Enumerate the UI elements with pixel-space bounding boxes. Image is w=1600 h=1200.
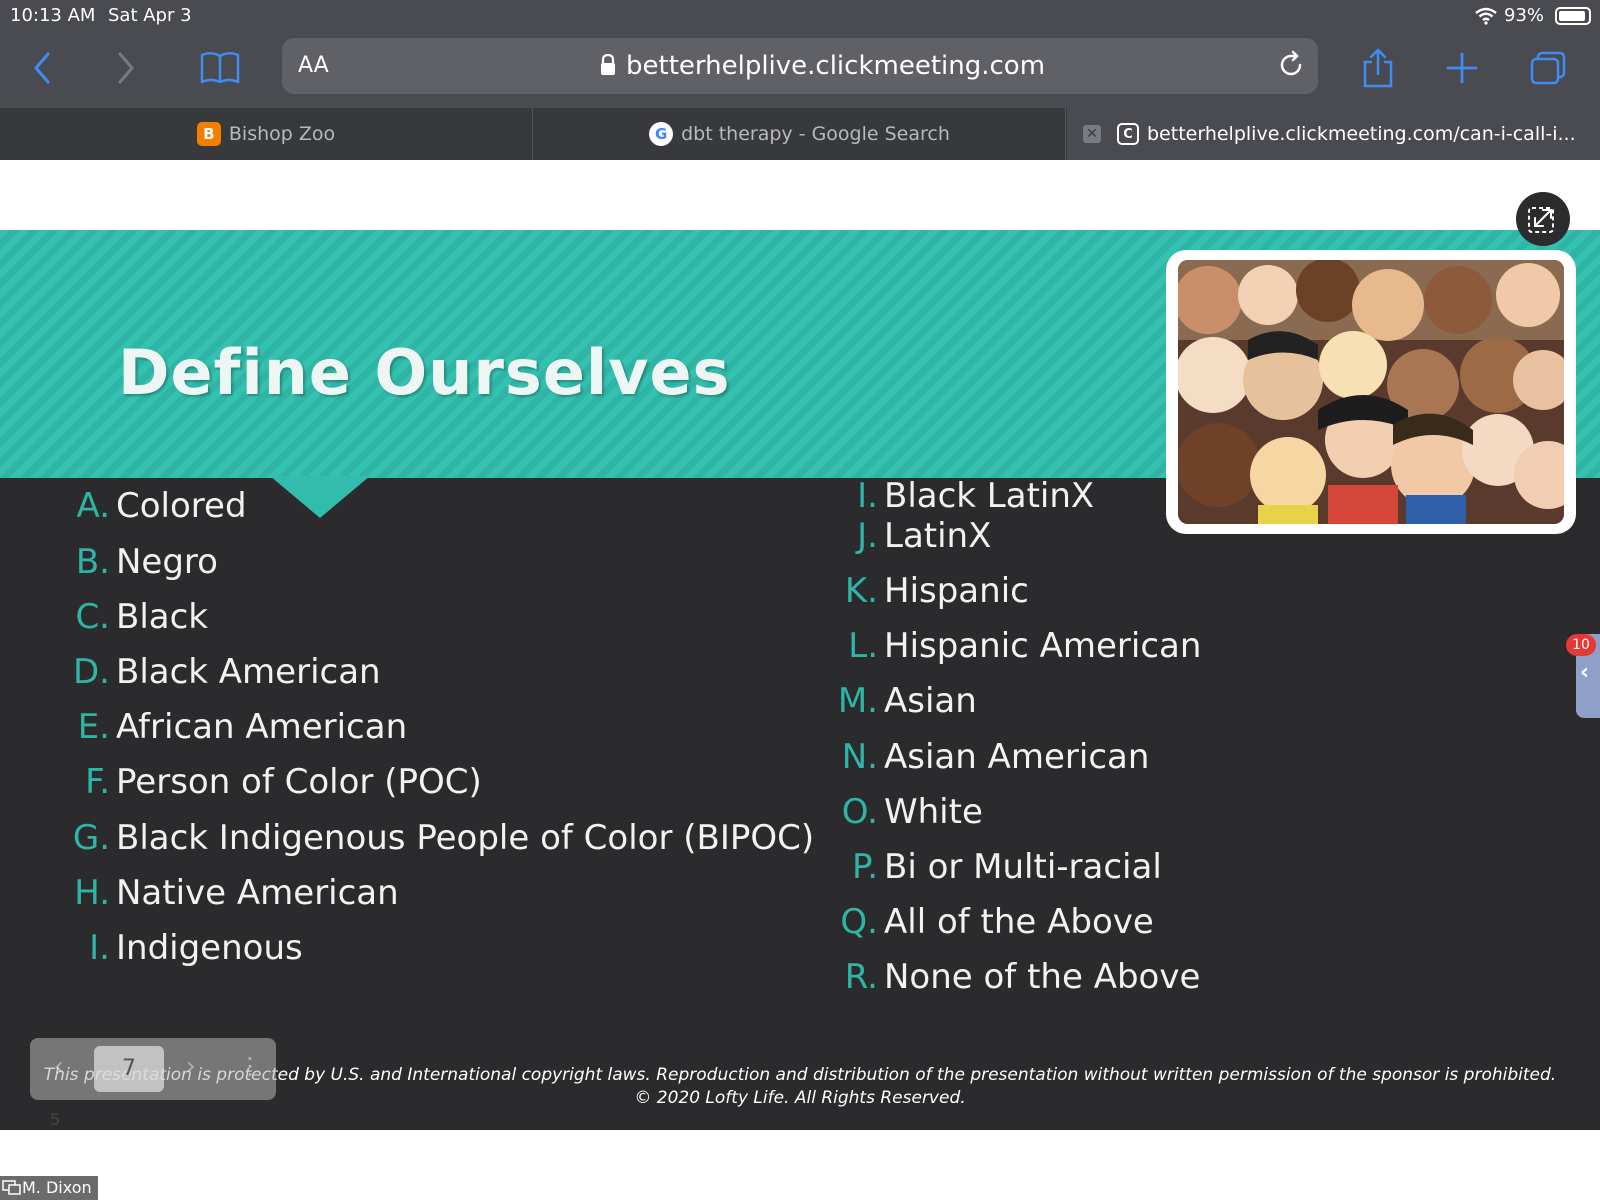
option-letter: I.: [857, 476, 878, 516]
tab-title: betterhelplive.clickmeeting.com/can-i-ca…: [1147, 123, 1576, 145]
presentation-slide: Define Ourselves A. Colored B. Negro C. …: [0, 230, 1600, 1130]
option-text: Black Indigenous People of Color (BIPOC): [116, 818, 815, 858]
option-letter: H.: [74, 873, 110, 913]
status-bar: 10:13 AM Sat Apr 3 93%: [0, 0, 1600, 32]
option-text: Hispanic American: [884, 626, 1202, 666]
chevron-right-icon: [118, 52, 134, 84]
forward-button[interactable]: [102, 46, 150, 90]
share-button[interactable]: [1354, 46, 1402, 90]
presenter-name: M. Dixon: [22, 1178, 92, 1197]
prev-slide-button[interactable]: ‹: [54, 1052, 64, 1080]
option-letter: O.: [841, 792, 878, 832]
tab-title: dbt therapy - Google Search: [681, 123, 950, 145]
option-text: LatinX: [884, 516, 992, 556]
presenter-label: M. Dixon: [0, 1176, 98, 1200]
option-text: Bi or Multi-racial: [884, 847, 1162, 887]
lock-icon: [601, 54, 615, 75]
close-tab-icon[interactable]: ✕: [1083, 125, 1101, 143]
slide-index-label: 5: [50, 1110, 61, 1129]
option-letter: D.: [73, 652, 110, 692]
current-slide-number[interactable]: 7: [94, 1046, 164, 1092]
option-text: Black American: [116, 652, 381, 692]
tab-title: Bishop Zoo: [228, 123, 336, 145]
tabs-icon: [1530, 51, 1566, 85]
option-text: Colored: [116, 486, 247, 526]
option-letter: L.: [848, 626, 878, 666]
option-text: White: [884, 792, 983, 832]
text-size-button[interactable]: AA: [298, 53, 329, 78]
option-letter: M.: [837, 681, 878, 721]
option-text: Person of Color (POC): [116, 762, 482, 802]
notification-badge: 10: [1566, 634, 1596, 656]
option-letter: E.: [77, 707, 110, 747]
option-letter: R.: [844, 957, 878, 997]
page-top-area: [0, 160, 1600, 230]
tab-bar: B Bishop Zoo G dbt therapy - Google Sear…: [0, 108, 1600, 160]
option-letter: J.: [857, 516, 878, 556]
more-options-icon[interactable]: ⋮: [238, 1052, 262, 1080]
option-letter: P.: [851, 847, 878, 887]
option-text: Hispanic: [884, 571, 1029, 611]
tab-clickmeeting-active[interactable]: ✕ C betterhelplive.clickmeeting.com/can-…: [1067, 108, 1600, 160]
option-letter: K.: [844, 571, 878, 611]
battery-fill: [1559, 11, 1586, 21]
option-text: Asian: [884, 681, 977, 721]
expand-icon: [1528, 207, 1554, 233]
slide-navigator: ‹ 7 › ⋮: [30, 1038, 276, 1100]
chevron-left-icon: ‹: [1580, 660, 1590, 685]
book-icon: [200, 52, 240, 84]
banner-notch: [270, 476, 370, 518]
back-button[interactable]: [18, 46, 66, 90]
plus-icon: [1446, 52, 1478, 84]
bookmarks-button[interactable]: [196, 46, 244, 90]
option-text: All of the Above: [884, 902, 1154, 942]
status-date: Sat Apr 3: [108, 5, 192, 26]
reload-icon[interactable]: [1276, 50, 1306, 80]
option-letter: Q.: [840, 902, 878, 942]
option-text: Black LatinX: [884, 476, 1095, 516]
slide-title: Define Ourselves: [118, 336, 731, 409]
battery-percent: 93%: [1504, 5, 1545, 26]
option-letter: G.: [72, 818, 110, 858]
share-icon: [1363, 48, 1393, 88]
next-slide-button[interactable]: ›: [186, 1052, 196, 1080]
new-tab-button[interactable]: [1438, 46, 1486, 90]
option-letter: I.: [89, 928, 110, 968]
status-time: 10:13 AM: [10, 5, 96, 26]
clickmeeting-icon: C: [1117, 123, 1139, 145]
monitor-icon: [2, 1180, 21, 1195]
option-text: Asian American: [884, 737, 1150, 777]
blogger-icon: B: [196, 122, 221, 146]
browser-toolbar: AA betterhelplive.clickmeeting.com: [0, 32, 1600, 108]
diverse-faces-image: [1178, 260, 1564, 524]
fullscreen-button[interactable]: [1516, 192, 1570, 246]
chevron-left-icon: [34, 52, 50, 84]
option-letter: B.: [75, 542, 110, 582]
people-illustration: [1166, 250, 1576, 534]
option-letter: A.: [76, 486, 110, 526]
url-text: betterhelplive.clickmeeting.com: [626, 51, 1046, 81]
option-text: None of the Above: [884, 957, 1201, 997]
option-letter: F.: [85, 762, 110, 802]
google-icon: G: [649, 122, 674, 146]
option-text: Native American: [116, 873, 399, 913]
address-bar[interactable]: AA betterhelplive.clickmeeting.com: [282, 38, 1318, 94]
option-text: African American: [116, 707, 408, 747]
tab-dbt-therapy[interactable]: G dbt therapy - Google Search: [534, 108, 1066, 160]
option-letter: C.: [75, 597, 110, 637]
tabs-overview-button[interactable]: [1524, 46, 1572, 90]
page-bottom-area: [0, 1130, 1600, 1200]
battery-icon: [1555, 7, 1591, 25]
option-letter: N.: [841, 737, 878, 777]
option-text: Black: [116, 597, 208, 637]
option-text: Negro: [116, 542, 218, 582]
wifi-icon: [1475, 7, 1497, 25]
option-text: Indigenous: [116, 928, 303, 968]
tab-bishop-zoo[interactable]: B Bishop Zoo: [0, 108, 533, 160]
